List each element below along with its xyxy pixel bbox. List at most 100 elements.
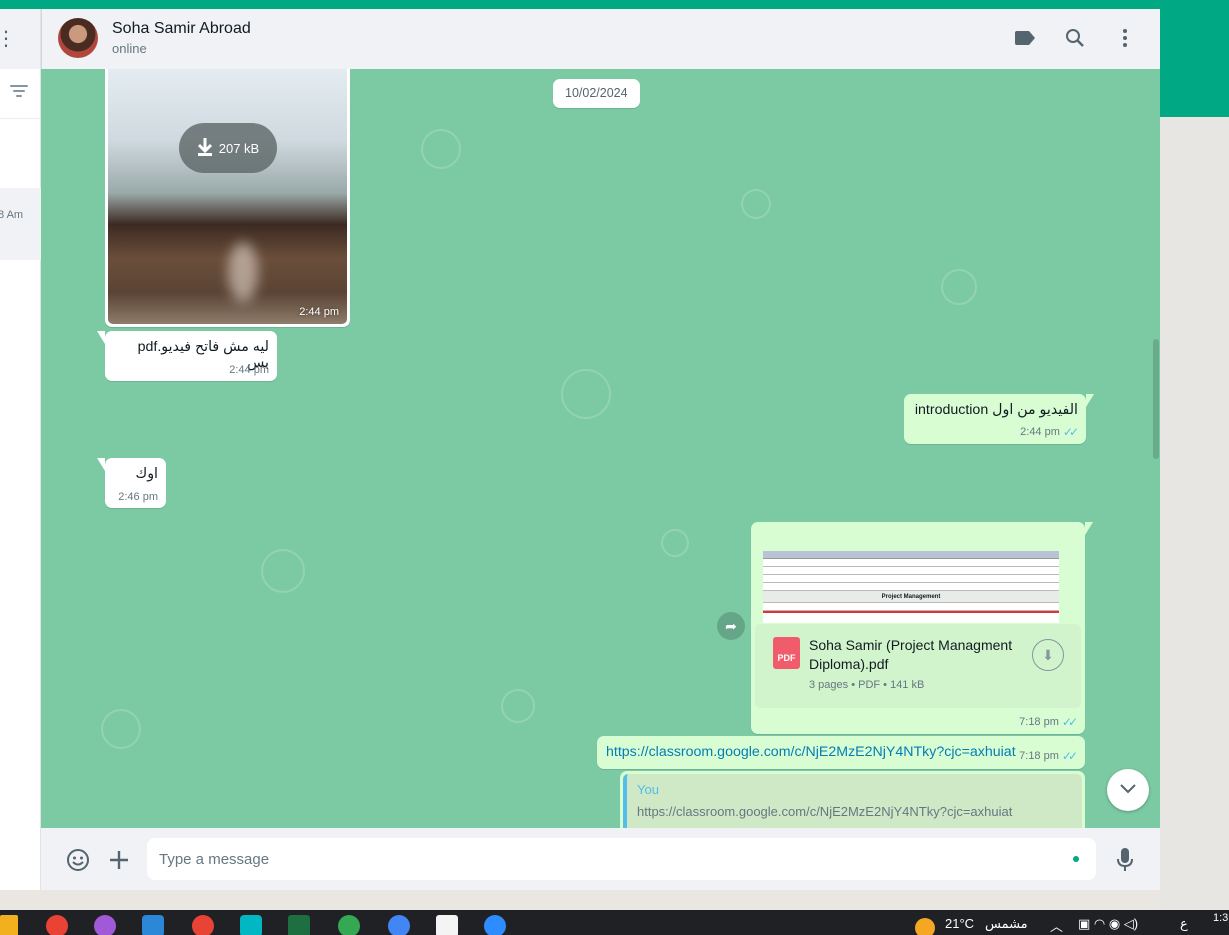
message-meta: 2:46 pm xyxy=(118,491,158,503)
chrome-profile-icon[interactable] xyxy=(192,915,214,935)
doc-preview-row xyxy=(763,559,1059,567)
attach-plus-icon[interactable] xyxy=(106,847,132,873)
read-ticks-icon: ✓✓ xyxy=(1061,715,1078,729)
zoom-icon[interactable] xyxy=(484,915,506,935)
microphone-icon[interactable] xyxy=(1112,847,1138,873)
message-time: 7:18 pm xyxy=(1019,750,1059,762)
tray-icons[interactable]: ▣ ◠ ◉ ◁) xyxy=(1078,916,1138,932)
wallpaper-doodle xyxy=(501,689,535,723)
label-icon[interactable] xyxy=(1013,26,1037,50)
conversation-header: Soha Samir Abroad online xyxy=(41,9,1160,69)
excel-icon[interactable] xyxy=(288,915,310,935)
tray-chevron-icon[interactable]: ︿ xyxy=(1050,916,1063,935)
message-meta: 7:18 pm ✓✓ xyxy=(1019,749,1078,763)
emoji-icon[interactable] xyxy=(65,847,91,873)
chevron-down-icon xyxy=(1120,781,1136,799)
clock-time[interactable]: 1:3 xyxy=(1213,912,1228,924)
message-time: 2:46 pm xyxy=(118,491,158,503)
quoted-message[interactable]: You https://classroom.google.com/c/NjE2M… xyxy=(623,774,1082,828)
message-time: 2:44 pm xyxy=(1020,426,1060,438)
doc-preview-header xyxy=(763,551,1059,559)
wallpaper-doodle xyxy=(941,269,977,305)
outgoing-message[interactable]: الفيديو من اول introduction 2:44 pm ✓✓ xyxy=(904,394,1094,444)
date-divider: 10/02/2024 xyxy=(553,79,640,108)
wallpaper-doodle xyxy=(421,129,461,169)
input-status-dot xyxy=(1073,856,1079,862)
scroll-to-bottom-button[interactable] xyxy=(1107,769,1149,811)
os-taskbar: 21°C مشمس ︿ ▣ ◠ ◉ ◁) ع 1:3 xyxy=(0,910,1229,935)
doc-preview-underline xyxy=(763,611,1059,613)
paint-icon[interactable] xyxy=(94,915,116,935)
contact-avatar[interactable] xyxy=(58,18,98,58)
forward-icon[interactable]: ➦ xyxy=(717,612,745,640)
weather-text: مشمس xyxy=(985,916,1028,931)
document-preview[interactable]: Project Management xyxy=(763,551,1059,623)
search-icon[interactable] xyxy=(1063,26,1087,50)
document-file-info: 3 pages • PDF • 141 kB xyxy=(809,679,925,691)
image-download-size: 207 kB xyxy=(218,140,260,156)
chat-list-item-time: 8 Am xyxy=(0,209,24,221)
pdf-reader-icon[interactable] xyxy=(436,915,458,935)
message-text: الفيديو من اول introduction xyxy=(914,402,1078,418)
doc-preview-row xyxy=(763,583,1059,591)
outgoing-link-message[interactable]: https://classroom.google.com/c/NjE2MzE2N… xyxy=(597,736,1085,769)
chrome-icon-3[interactable] xyxy=(388,915,410,935)
message-time: 2:44 pm xyxy=(299,306,339,318)
quoted-author: You xyxy=(637,782,659,797)
document-download-button[interactable]: ⬇ xyxy=(1032,639,1064,671)
message-text: اوك xyxy=(135,466,159,482)
chrome-icon-2[interactable] xyxy=(338,915,360,935)
image-download-button[interactable]: 207 kB xyxy=(179,123,277,173)
doc-preview-row xyxy=(763,567,1059,575)
message-link[interactable]: https://classroom.google.com/c/NjE2MzE2N… xyxy=(606,744,1016,760)
desktop-background xyxy=(1160,117,1229,910)
quoted-text: https://classroom.google.com/c/NjE2MzE2N… xyxy=(637,804,1013,819)
weather-temp: 21°C xyxy=(945,916,975,931)
doc-preview-row xyxy=(763,575,1059,583)
message-pane-scrollbar[interactable] xyxy=(1153,339,1159,459)
pdf-file-icon: PDF xyxy=(773,637,800,669)
chat-list-sidebar: ⋮ 8 Am xyxy=(0,9,41,890)
document-message[interactable]: Project Management PDF Soha Samir (Proje… xyxy=(751,522,1093,734)
sidebar-search-row xyxy=(0,69,40,119)
document-card[interactable]: PDF Soha Samir (Project Managment Diplom… xyxy=(755,624,1081,708)
message-meta: 7:18 pm ✓✓ xyxy=(1019,715,1078,729)
sidebar-header: ⋮ xyxy=(0,9,40,69)
keyboard-language[interactable]: ع xyxy=(1180,916,1188,932)
blurred-image-preview: 207 kB 2:44 pm xyxy=(108,69,347,324)
wallpaper-doodle xyxy=(261,549,305,593)
read-ticks-icon: ✓✓ xyxy=(1062,425,1079,439)
incoming-message[interactable]: اوك 2:46 pm xyxy=(97,458,166,508)
app-icon[interactable] xyxy=(240,915,262,935)
weather-sun-icon xyxy=(915,918,935,935)
wallpaper-doodle xyxy=(101,709,141,749)
download-arrow-icon xyxy=(197,137,213,159)
incoming-message[interactable]: ليه مش فاتح فيديو.pdf بس 2:44 pm xyxy=(97,331,277,381)
message-input[interactable] xyxy=(147,838,1096,880)
image-message[interactable]: 207 kB 2:44 pm xyxy=(105,69,350,327)
document-file-name: Soha Samir (Project Managment Diploma).p… xyxy=(809,637,1013,672)
message-time: 7:18 pm xyxy=(1019,716,1059,728)
photos-icon[interactable] xyxy=(142,915,164,935)
doc-preview-section: Project Management xyxy=(763,591,1059,603)
filter-icon[interactable] xyxy=(10,85,28,99)
read-ticks-icon: ✓✓ xyxy=(1061,749,1078,763)
chat-list-item-active[interactable]: 8 Am xyxy=(0,188,41,260)
download-arrow-icon: ⬇ xyxy=(1042,646,1054,663)
right-accent-block xyxy=(1160,9,1229,117)
menu-icon[interactable] xyxy=(1113,26,1137,50)
outgoing-reply-message[interactable]: You https://classroom.google.com/c/NjE2M… xyxy=(620,771,1085,828)
sidebar-menu-icon[interactable]: ⋮ xyxy=(0,27,16,51)
message-meta: 2:44 pm xyxy=(229,364,269,376)
wallpaper-doodle xyxy=(661,529,689,557)
message-meta: 2:44 pm ✓✓ xyxy=(1020,425,1079,439)
wallpaper-doodle xyxy=(561,369,611,419)
message-composer xyxy=(41,828,1160,890)
message-time: 2:44 pm xyxy=(229,364,269,376)
top-accent-bar xyxy=(0,0,1229,9)
message-pane: 10/02/2024 207 kB 2:44 pm ليه مش فاتح في… xyxy=(41,69,1160,828)
doc-preview-row xyxy=(763,603,1059,611)
contact-name[interactable]: Soha Samir Abroad xyxy=(112,20,251,38)
chrome-icon[interactable] xyxy=(46,915,68,935)
file-explorer-icon[interactable] xyxy=(0,915,18,935)
